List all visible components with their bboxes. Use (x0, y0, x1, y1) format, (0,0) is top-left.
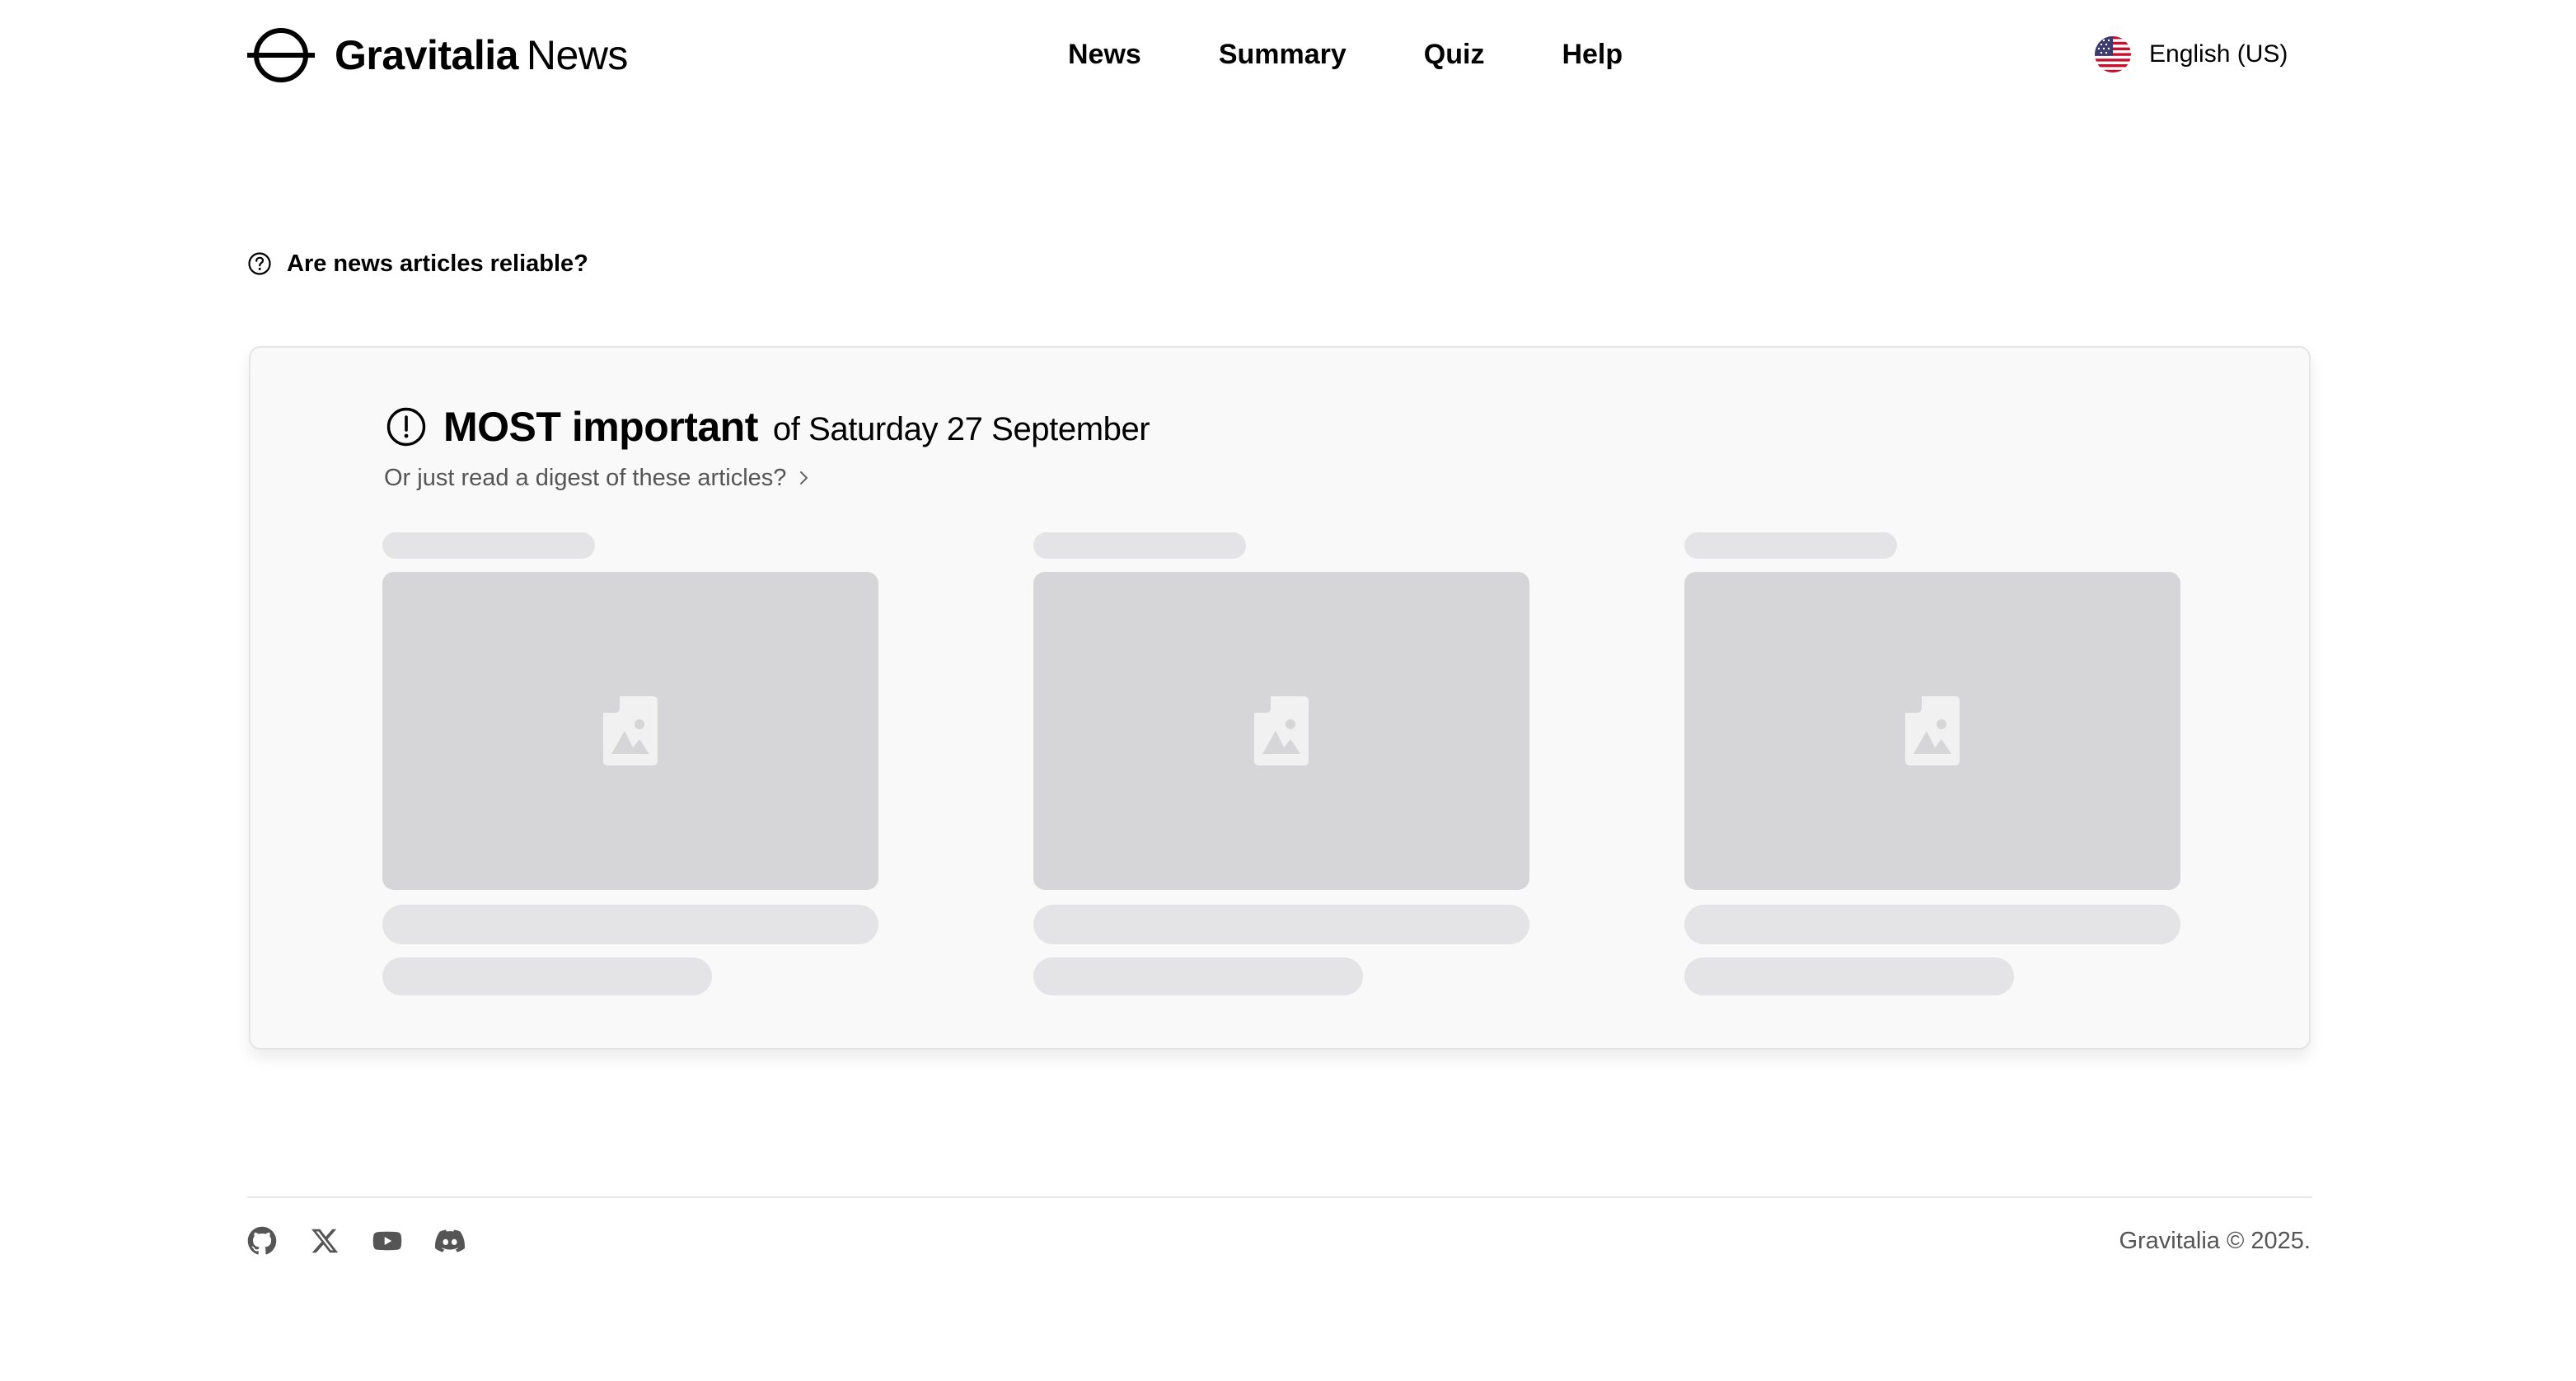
chevron-right-icon (800, 471, 808, 485)
brand-home-link[interactable]: Gravitalia News (247, 23, 628, 87)
article-placeholder (1033, 532, 1529, 995)
site-header: Gravitalia News News Summary Quiz Help E… (0, 0, 2576, 110)
brand-name: Gravitalia News (335, 31, 628, 79)
digest-link-label: Or just read a digest of these articles? (384, 464, 787, 491)
most-important-card: MOST important of Saturday 27 September … (249, 346, 2311, 1050)
language-label: English (US) (2149, 40, 2288, 68)
footer-divider (247, 1196, 2312, 1198)
most-important-heading: MOST important of Saturday 27 September (386, 400, 1150, 453)
gravitalia-logo-icon (247, 28, 315, 82)
brand-name-light: News (526, 32, 629, 78)
skeleton-subtitle-line (382, 957, 712, 995)
github-link[interactable] (247, 1226, 277, 1256)
copyright-text: Gravitalia © 2025. (2119, 1227, 2311, 1254)
image-placeholder-icon (1254, 696, 1309, 765)
question-circle-icon (248, 252, 271, 275)
skeleton-thumbnail (382, 572, 878, 890)
nav-help[interactable]: Help (1562, 39, 1623, 71)
nav-summary[interactable]: Summary (1219, 39, 1347, 71)
youtube-icon (372, 1231, 402, 1251)
x-link[interactable] (310, 1226, 340, 1256)
nav-quiz[interactable]: Quiz (1424, 39, 1485, 71)
image-placeholder-icon (1905, 696, 1960, 765)
skeleton-thumbnail (1684, 572, 2180, 890)
skeleton-subtitle-line (1684, 957, 2014, 995)
digest-link[interactable]: Or just read a digest of these articles? (384, 460, 813, 496)
skeleton-title-line (1684, 905, 2180, 944)
exclamation-circle-icon (386, 407, 426, 447)
nav-news[interactable]: News (1068, 39, 1141, 71)
skeleton-title-line (1033, 905, 1529, 944)
skeleton-subtitle-line (1033, 957, 1363, 995)
language-selector[interactable]: English (US) (2095, 33, 2288, 76)
skeleton-tag (382, 532, 595, 559)
discord-link[interactable] (435, 1226, 465, 1256)
article-placeholder (1684, 532, 2180, 995)
skeleton-thumbnail (1033, 572, 1529, 890)
github-icon (247, 1226, 277, 1255)
skeleton-title-line (382, 905, 878, 944)
main-nav: News Summary Quiz Help (1068, 30, 1623, 79)
article-placeholder (382, 532, 878, 995)
youtube-link[interactable] (372, 1226, 402, 1256)
heading-date: of Saturday 27 September (772, 410, 1150, 447)
reliability-label: Are news articles reliable? (287, 250, 588, 277)
discord-icon (435, 1229, 465, 1252)
brand-name-strong: Gravitalia (335, 32, 518, 78)
reliability-link[interactable]: Are news articles reliable? (247, 247, 588, 280)
social-links (247, 1224, 465, 1257)
image-placeholder-icon (603, 696, 658, 765)
x-icon (311, 1229, 339, 1253)
us-flag-icon (2095, 36, 2131, 73)
heading-strong: MOST important (443, 404, 758, 450)
skeleton-tag (1033, 532, 1246, 559)
skeleton-tag (1684, 532, 1897, 559)
